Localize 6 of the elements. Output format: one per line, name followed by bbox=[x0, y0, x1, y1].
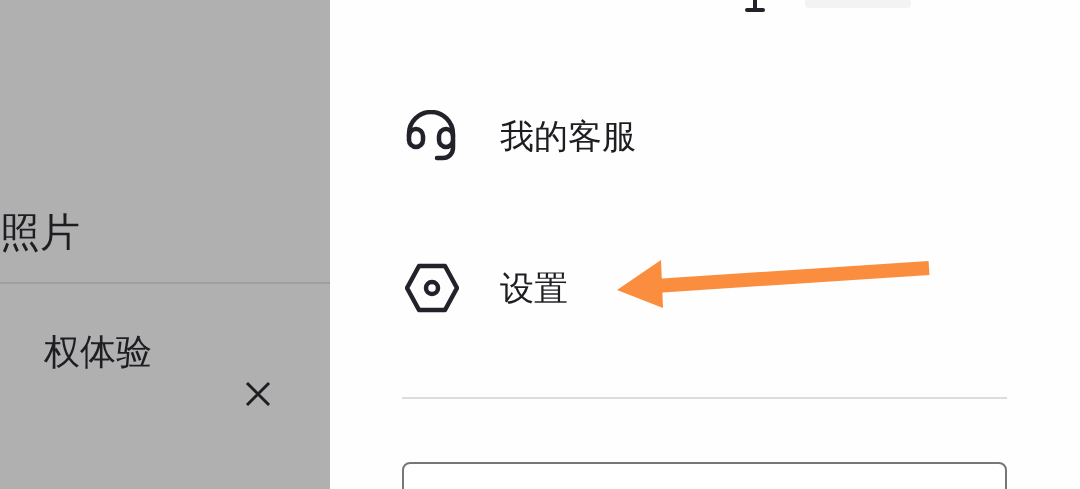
item-label: 照片 bbox=[0, 212, 80, 252]
menu-item[interactable]: 设置 bbox=[500, 271, 568, 305]
item-label: 权体验 bbox=[44, 334, 152, 370]
menu-item[interactable]: 我的客服 bbox=[500, 119, 636, 153]
close-icon[interactable] bbox=[245, 381, 271, 407]
settings-icon bbox=[405, 262, 459, 314]
